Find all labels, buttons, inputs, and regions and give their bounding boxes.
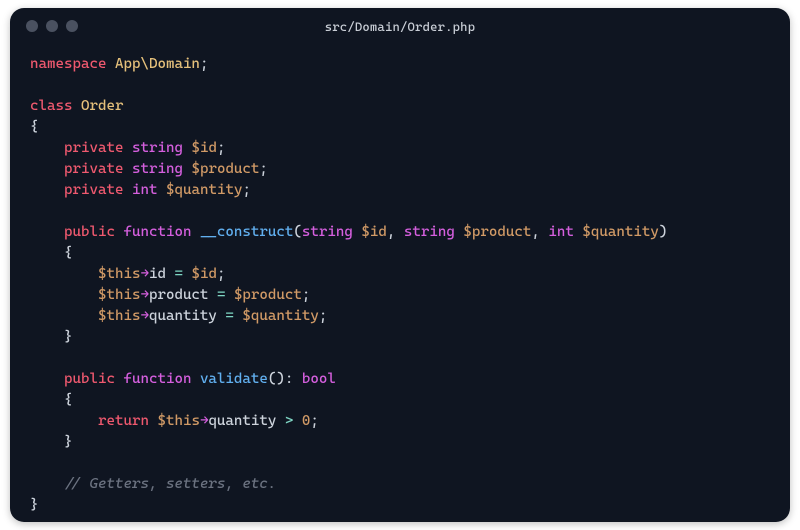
code-editor-area[interactable]: namespace App\Domain; class Order { priv…: [10, 44, 790, 522]
close-brace: }: [64, 329, 73, 345]
semicolon: ;: [217, 140, 226, 156]
property-id: $id: [191, 140, 217, 156]
param-id: $id: [361, 224, 387, 240]
var-product: $product: [234, 287, 302, 303]
close-icon[interactable]: [26, 20, 38, 32]
close-paren: ): [276, 371, 285, 387]
class-name: Order: [81, 98, 123, 114]
minimize-icon[interactable]: [46, 20, 58, 32]
var-this: $this: [157, 413, 199, 429]
var-this: $this: [98, 266, 140, 282]
keyword-private: private: [64, 182, 123, 198]
semicolon: ;: [200, 56, 209, 72]
semicolon: ;: [217, 266, 226, 282]
type-int: int: [548, 224, 574, 240]
comma: ,: [387, 224, 396, 240]
comma: ,: [531, 224, 540, 240]
op-assign: =: [225, 308, 234, 324]
type-string: string: [132, 140, 183, 156]
semicolon: ;: [302, 287, 311, 303]
keyword-public: public: [64, 371, 115, 387]
property-quantity: $quantity: [166, 182, 242, 198]
window-controls: [26, 20, 78, 32]
semicolon: ;: [310, 413, 319, 429]
keyword-private: private: [64, 140, 123, 156]
namespace-name: App\Domain: [115, 56, 200, 72]
window-titlebar: src/Domain/Order.php: [10, 8, 790, 44]
type-int: int: [132, 182, 158, 198]
var-id: $id: [191, 266, 217, 282]
close-brace: }: [30, 497, 39, 513]
keyword-namespace: namespace: [30, 56, 106, 72]
keyword-return: return: [98, 413, 149, 429]
keyword-class: class: [30, 98, 72, 114]
method-validate: validate: [200, 371, 268, 387]
colon: :: [285, 371, 294, 387]
type-string: string: [404, 224, 455, 240]
maximize-icon[interactable]: [66, 20, 78, 32]
open-brace: {: [30, 119, 39, 135]
keyword-private: private: [64, 161, 123, 177]
arrow-icon: →: [140, 308, 149, 324]
prop-product: product: [149, 287, 208, 303]
op-assign: =: [174, 266, 183, 282]
keyword-function: function: [123, 224, 191, 240]
keyword-function: function: [123, 371, 191, 387]
op-assign: =: [217, 287, 226, 303]
property-product: $product: [191, 161, 259, 177]
var-this: $this: [98, 308, 140, 324]
prop-id: id: [149, 266, 166, 282]
method-construct: __construct: [200, 224, 293, 240]
arrow-icon: →: [140, 266, 149, 282]
type-string: string: [302, 224, 353, 240]
prop-quantity: quantity: [149, 308, 217, 324]
arrow-icon: →: [140, 287, 149, 303]
open-brace: {: [64, 392, 73, 408]
comment-getters: // Getters, setters, etc.: [64, 476, 276, 492]
prop-quantity: quantity: [208, 413, 276, 429]
param-product: $product: [463, 224, 531, 240]
semicolon: ;: [259, 161, 268, 177]
param-quantity: $quantity: [582, 224, 658, 240]
keyword-public: public: [64, 224, 115, 240]
semicolon: ;: [319, 308, 328, 324]
var-this: $this: [98, 287, 140, 303]
type-bool: bool: [302, 371, 336, 387]
file-path-title: src/Domain/Order.php: [10, 19, 790, 34]
var-quantity: $quantity: [242, 308, 318, 324]
close-paren: ): [659, 224, 668, 240]
open-paren: (: [293, 224, 302, 240]
type-string: string: [132, 161, 183, 177]
code-editor-window: src/Domain/Order.php namespace App\Domai…: [10, 8, 790, 522]
open-brace: {: [64, 245, 73, 261]
op-gt: >: [285, 413, 294, 429]
close-brace: }: [64, 434, 73, 450]
semicolon: ;: [242, 182, 251, 198]
